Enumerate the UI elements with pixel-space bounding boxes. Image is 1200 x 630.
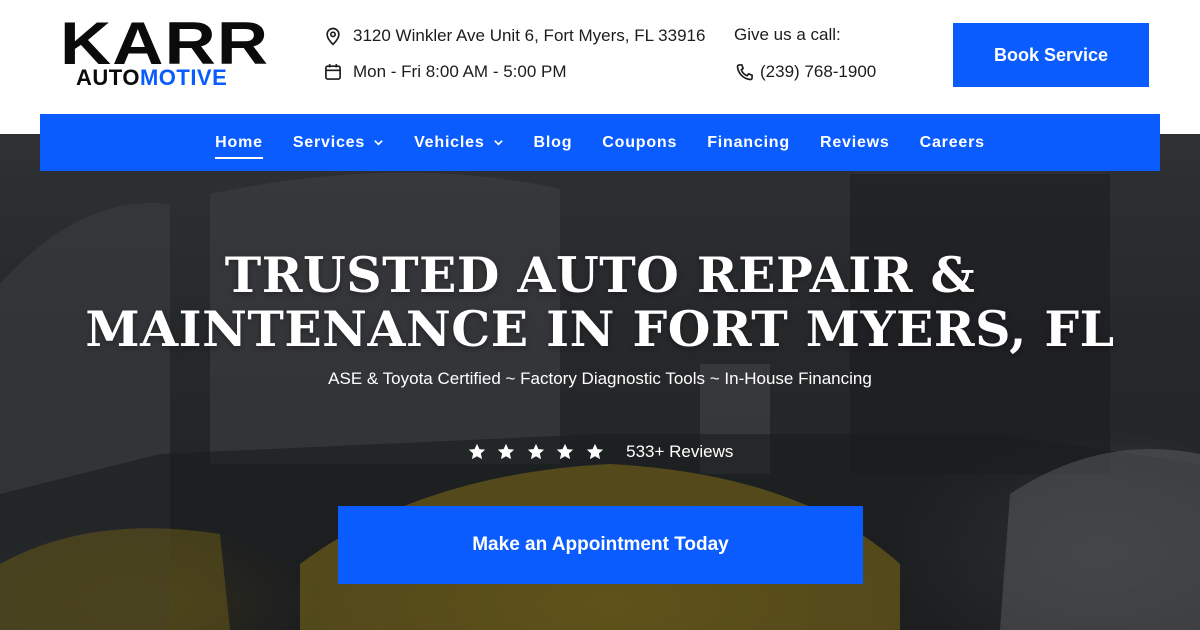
hours-text: Mon - Fri 8:00 AM - 5:00 PM (353, 62, 567, 81)
call-label-text: Give us a call: (734, 25, 841, 44)
nav-careers[interactable]: Careers (920, 128, 985, 158)
star-icon (468, 443, 485, 460)
hero-title-line-2: MAINTENANCE IN FORT MYERS, FL (85, 300, 1115, 358)
call-label: Give us a call: (734, 25, 841, 45)
map-pin-icon (322, 25, 344, 47)
star-icon (497, 443, 515, 460)
nav-vehicles-label: Vehicles (414, 133, 485, 151)
nav-home[interactable]: Home (215, 128, 263, 159)
logo-motive: MOTIVE (139, 65, 228, 90)
address-text: 3120 Winkler Ave Unit 6, Fort Myers, FL … (353, 26, 706, 45)
star-icon (527, 443, 544, 460)
reviews-count: 533+ Reviews (626, 442, 734, 461)
nav-home-label: Home (215, 133, 263, 151)
nav-reviews[interactable]: Reviews (820, 128, 890, 158)
nav-blog-label: Blog (533, 133, 573, 151)
nav-coupons[interactable]: Coupons (602, 128, 677, 158)
hours-line: Mon - Fri 8:00 AM - 5:00 PM (322, 61, 567, 83)
review-rating[interactable]: 533+ Reviews (0, 442, 1200, 462)
logo-wordmark: KARR (60, 10, 270, 77)
star-rating (467, 442, 615, 462)
chevron-down-icon (493, 140, 503, 146)
hero-title: TRUSTED AUTO REPAIR & MAINTENANCE IN FOR… (0, 248, 1200, 356)
nav-services[interactable]: Services (293, 128, 384, 158)
phone-line[interactable]: (239) 768-1900 (734, 61, 876, 83)
nav-reviews-label: Reviews (819, 133, 890, 151)
phone-icon (734, 61, 756, 83)
nav-financing-label: Financing (707, 133, 790, 151)
logo-subtitle: AUTOMOTIVE (76, 66, 227, 90)
nav-blog[interactable]: Blog (534, 128, 573, 158)
star-icon (586, 443, 603, 460)
main-nav: Home Services Vehicles Blog Coupons Fina… (40, 114, 1160, 171)
calendar-icon (322, 61, 344, 83)
book-service-button[interactable]: Book Service (953, 23, 1149, 87)
star-icon (556, 443, 574, 460)
hero-subtitle: ASE & Toyota Certified ~ Factory Diagnos… (328, 369, 872, 388)
nav-coupons-label: Coupons (602, 133, 678, 151)
hero-title-line-1: TRUSTED AUTO REPAIR & (224, 246, 976, 304)
logo[interactable]: KARR AUTOMOTIVE (60, 14, 268, 92)
chevron-down-icon (374, 140, 383, 146)
hero-section: TRUSTED AUTO REPAIR & MAINTENANCE IN FOR… (0, 134, 1200, 630)
nav-financing[interactable]: Financing (707, 128, 790, 158)
nav-careers-label: Careers (919, 133, 985, 151)
phone-text: (239) 768-1900 (760, 62, 877, 81)
make-appointment-button[interactable]: Make an Appointment Today (338, 506, 863, 584)
logo-auto: AUTO (76, 65, 140, 90)
address-line[interactable]: 3120 Winkler Ave Unit 6, Fort Myers, FL … (322, 25, 705, 47)
nav-services-label: Services (292, 133, 366, 151)
nav-vehicles[interactable]: Vehicles (414, 128, 503, 158)
